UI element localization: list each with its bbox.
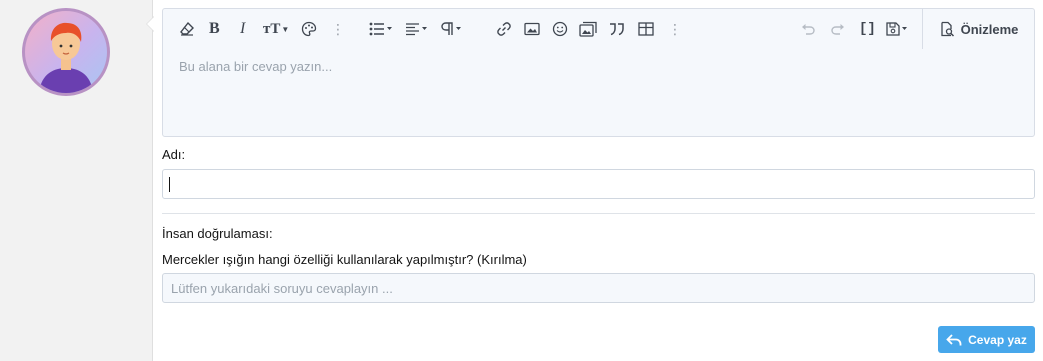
divider — [162, 213, 1035, 214]
list-icon[interactable] — [369, 19, 393, 39]
preview-icon — [940, 21, 954, 37]
reply-button[interactable]: Cevap yaz — [938, 326, 1035, 353]
name-field[interactable] — [162, 169, 1035, 199]
align-icon[interactable] — [405, 19, 429, 39]
undo-icon[interactable] — [800, 19, 816, 39]
editor-pointer — [146, 16, 154, 32]
name-label: Adı: — [162, 147, 186, 162]
eraser-icon[interactable] — [179, 19, 195, 39]
palette-icon[interactable] — [301, 19, 317, 39]
media-icon[interactable] — [579, 19, 597, 39]
captcha-question: Mercekler ışığın hangi özelliği kullanıl… — [162, 252, 527, 267]
link-icon[interactable] — [496, 19, 512, 39]
image-icon[interactable] — [524, 19, 540, 39]
editor-placeholder: Bu alana bir cevap yazın... — [179, 59, 333, 74]
editor-toolbar: B I ᴛT ▼ ⋮ ⋮ [] Önizleme — [163, 9, 1034, 49]
more-icon[interactable]: ⋮ — [331, 19, 345, 39]
table-icon[interactable] — [638, 19, 654, 39]
smiley-icon[interactable] — [552, 19, 568, 39]
captcha-field[interactable] — [162, 273, 1035, 303]
drafts-icon[interactable] — [885, 19, 909, 39]
reply-icon — [946, 333, 962, 345]
user-column — [0, 0, 153, 361]
bbcode-icon[interactable]: [] — [859, 19, 876, 39]
quote-icon[interactable] — [608, 19, 626, 39]
more-icon[interactable]: ⋮ — [668, 19, 682, 39]
captcha-input[interactable] — [163, 274, 1034, 302]
preview-label: Önizleme — [960, 21, 1019, 37]
avatar — [22, 8, 110, 96]
bold-icon[interactable]: B — [209, 19, 220, 39]
name-input[interactable] — [163, 170, 1034, 198]
italic-icon[interactable]: I — [240, 19, 245, 39]
reply-label: Cevap yaz — [968, 332, 1027, 347]
reply-editor[interactable]: B I ᴛT ▼ ⋮ ⋮ [] Önizleme Bu alana bir ce… — [162, 8, 1035, 137]
captcha-label: İnsan doğrulaması: — [162, 226, 273, 241]
text-size-icon[interactable]: ᴛT ▼ — [263, 19, 289, 39]
paragraph-icon[interactable] — [440, 19, 464, 39]
redo-icon[interactable] — [830, 19, 846, 39]
preview-button[interactable]: Önizleme — [922, 9, 1034, 49]
text-caret — [169, 177, 170, 192]
avatar-illustration — [39, 22, 93, 93]
